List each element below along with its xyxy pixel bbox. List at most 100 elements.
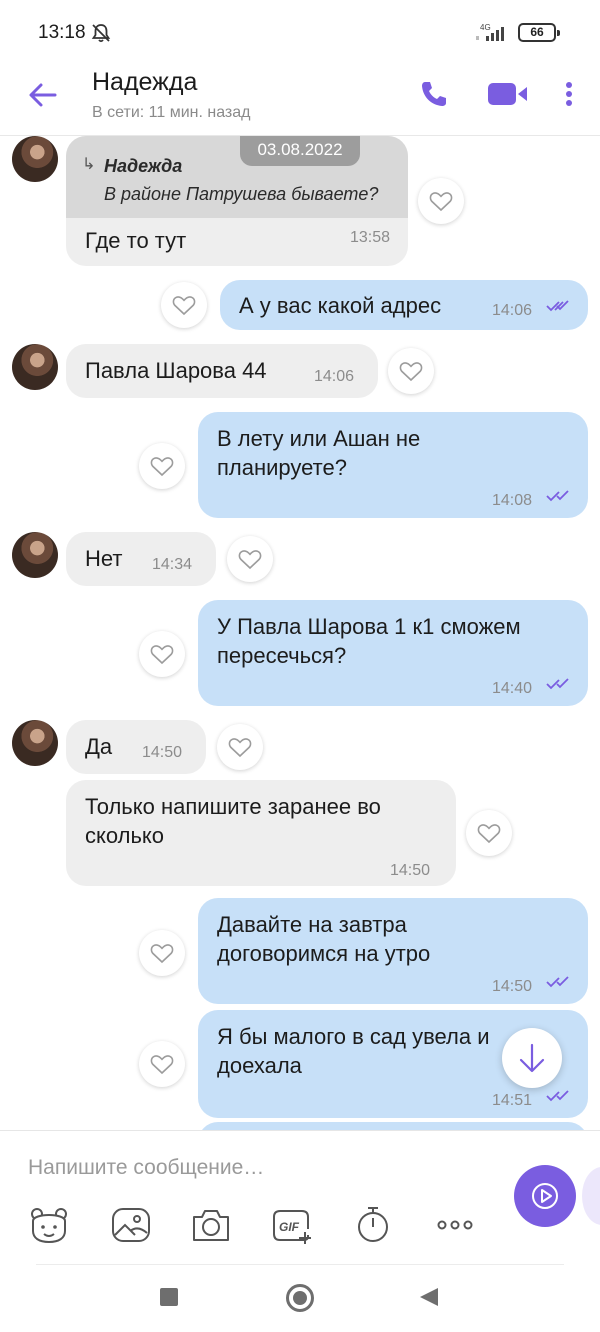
outgoing-message[interactable]	[198, 1122, 588, 1130]
heart-icon	[150, 944, 174, 964]
chat-header: Надежда В сети: 11 мин. назад	[0, 62, 600, 136]
message-input[interactable]	[28, 1151, 488, 1185]
like-button[interactable]	[227, 536, 273, 582]
quoted-message-text: В районе Патрушева бываете?	[104, 184, 379, 204]
message-text-line: У Павла Шарова 1 к1 сможем	[217, 614, 521, 639]
like-button[interactable]	[217, 724, 263, 770]
gif-icon[interactable]: GIF	[270, 1205, 312, 1245]
read-receipt-icon	[546, 678, 569, 690]
home-button[interactable]	[286, 1284, 314, 1312]
message-composer: GIF	[0, 1130, 600, 1264]
network-type-label: 4G	[480, 23, 491, 32]
phone-call-icon[interactable]	[418, 78, 450, 110]
status-bar: 13:18 4G 66	[0, 0, 600, 62]
message-time: 14:08	[492, 492, 533, 509]
message-time: 14:50	[142, 744, 183, 761]
heart-icon	[429, 192, 453, 212]
back-arrow-icon[interactable]	[26, 78, 60, 112]
scroll-to-bottom-button[interactable]	[502, 1028, 562, 1088]
message-time: 14:34	[152, 556, 193, 573]
sticker-icon[interactable]	[28, 1205, 70, 1245]
message-text-line: пересечься?	[217, 643, 347, 668]
arrow-down-icon	[519, 1043, 545, 1073]
heart-icon	[399, 362, 423, 382]
message-text: Павла Шарова 44	[85, 358, 267, 383]
status-time: 13:18	[38, 22, 86, 43]
send-voice-button[interactable]	[514, 1165, 576, 1227]
system-navigation-bar	[0, 1264, 600, 1332]
play-send-icon	[532, 1183, 558, 1209]
like-button[interactable]	[388, 348, 434, 394]
heart-icon	[477, 824, 501, 844]
gif-label: GIF	[279, 1220, 300, 1234]
outgoing-message[interactable]: У Павла Шарова 1 к1 сможем пересечься? 1…	[198, 600, 588, 706]
more-options-icon[interactable]	[434, 1205, 476, 1245]
message-text: Где то тут	[85, 228, 187, 253]
message-time: 14:50	[492, 978, 533, 995]
message-text: Нет	[85, 546, 123, 571]
message-time: 14:40	[492, 680, 533, 697]
contact-avatar[interactable]	[12, 344, 58, 390]
like-button[interactable]	[418, 178, 464, 224]
like-button[interactable]	[139, 1041, 185, 1087]
message-text-line: Только напишите заранее во	[85, 794, 381, 819]
notifications-muted-icon	[91, 24, 111, 43]
incoming-message[interactable]: Только напишите заранее во сколько 14:50	[66, 780, 456, 886]
outgoing-message[interactable]: А у вас какой адрес 14:06	[220, 280, 588, 330]
home-dot-icon	[293, 1291, 307, 1305]
like-button[interactable]	[139, 930, 185, 976]
video-call-icon[interactable]	[486, 78, 530, 110]
message-time: 13:58	[349, 229, 390, 246]
message-text-line: Я бы малого в сад увела и	[217, 1024, 490, 1049]
camera-icon[interactable]	[190, 1205, 232, 1245]
contact-avatar[interactable]	[12, 720, 58, 766]
like-button[interactable]	[139, 631, 185, 677]
message-list[interactable]: ↳ Надежда В районе Патрушева бываете? Гд…	[0, 136, 600, 1130]
message-text-line: договоримся на утро	[217, 941, 431, 966]
back-button[interactable]	[418, 1286, 440, 1308]
heart-icon	[172, 296, 196, 316]
timer-icon[interactable]	[352, 1205, 394, 1245]
message-text-line: В лету или Ашан не	[217, 426, 421, 451]
secondary-action-button[interactable]	[582, 1167, 600, 1225]
incoming-message[interactable]: Нет 14:34	[66, 532, 216, 586]
message-text-line: планируете?	[217, 455, 347, 480]
message-time: 14:06	[314, 368, 355, 385]
outgoing-message[interactable]: Давайте на завтра договоримся на утро 14…	[198, 898, 588, 1004]
divider	[36, 1264, 564, 1265]
outgoing-message[interactable]: В лету или Ашан не планируете? 14:08	[198, 412, 588, 518]
message-text-line: Давайте на завтра	[217, 912, 407, 937]
more-menu-icon[interactable]	[560, 78, 578, 110]
message-time: 14:51	[492, 1092, 533, 1109]
reply-arrow-icon: ↳	[82, 156, 96, 173]
message-text-line: сколько	[85, 823, 165, 848]
heart-icon	[150, 457, 174, 477]
contact-name[interactable]: Надежда	[92, 68, 197, 97]
message-text-line: доехала	[217, 1053, 302, 1078]
like-button[interactable]	[466, 810, 512, 856]
heart-icon	[150, 645, 174, 665]
signal-icon: 4G	[476, 23, 504, 41]
heart-icon	[150, 1055, 174, 1075]
date-chip: 03.08.2022	[240, 136, 360, 166]
contact-avatar[interactable]	[12, 136, 58, 182]
heart-icon	[228, 738, 252, 758]
incoming-message[interactable]: Павла Шарова 44 14:06	[66, 344, 378, 398]
read-receipt-icon	[546, 300, 569, 312]
message-time: 14:50	[390, 862, 431, 879]
read-receipt-icon	[546, 490, 569, 502]
message-text: А у вас какой адрес	[239, 293, 442, 318]
message-time: 14:06	[492, 302, 533, 319]
contact-last-seen: В сети: 11 мин. назад	[92, 104, 251, 121]
contact-avatar[interactable]	[12, 532, 58, 578]
heart-icon	[238, 550, 262, 570]
message-text: Да	[85, 734, 113, 759]
read-receipt-icon	[546, 976, 569, 988]
incoming-message[interactable]: Да 14:50	[66, 720, 206, 774]
like-button[interactable]	[139, 443, 185, 489]
read-receipt-icon	[546, 1090, 569, 1102]
battery-indicator: 66	[518, 23, 560, 42]
gallery-icon[interactable]	[110, 1205, 152, 1245]
like-button[interactable]	[161, 282, 207, 328]
recent-apps-button[interactable]	[160, 1288, 178, 1306]
